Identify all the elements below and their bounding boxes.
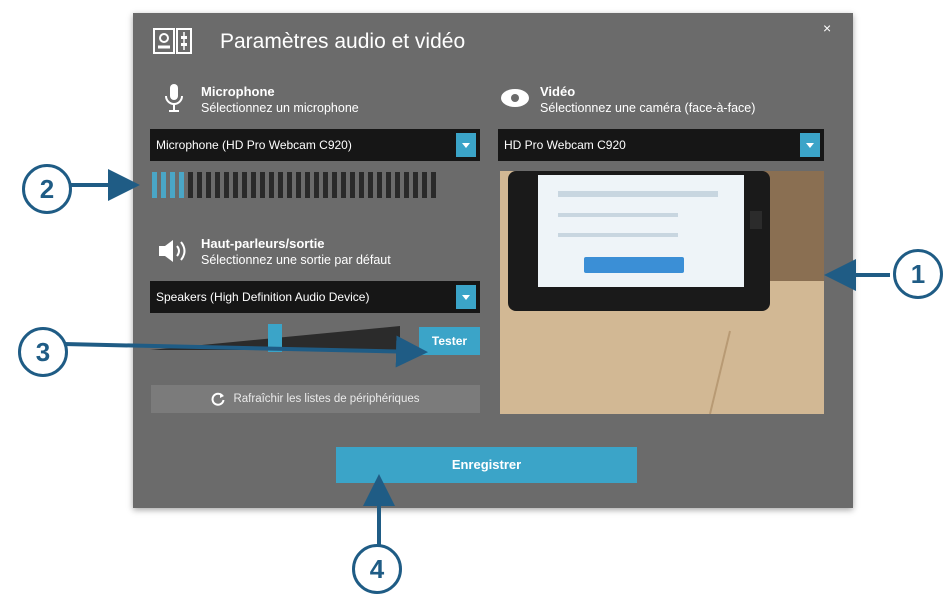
callout-arrows bbox=[63, 169, 890, 545]
callout-1: 1 bbox=[893, 249, 943, 299]
callout-3: 3 bbox=[18, 327, 68, 377]
callout-4: 4 bbox=[352, 544, 402, 594]
callout-2: 2 bbox=[22, 164, 72, 214]
callout-3-arrow bbox=[63, 335, 428, 368]
